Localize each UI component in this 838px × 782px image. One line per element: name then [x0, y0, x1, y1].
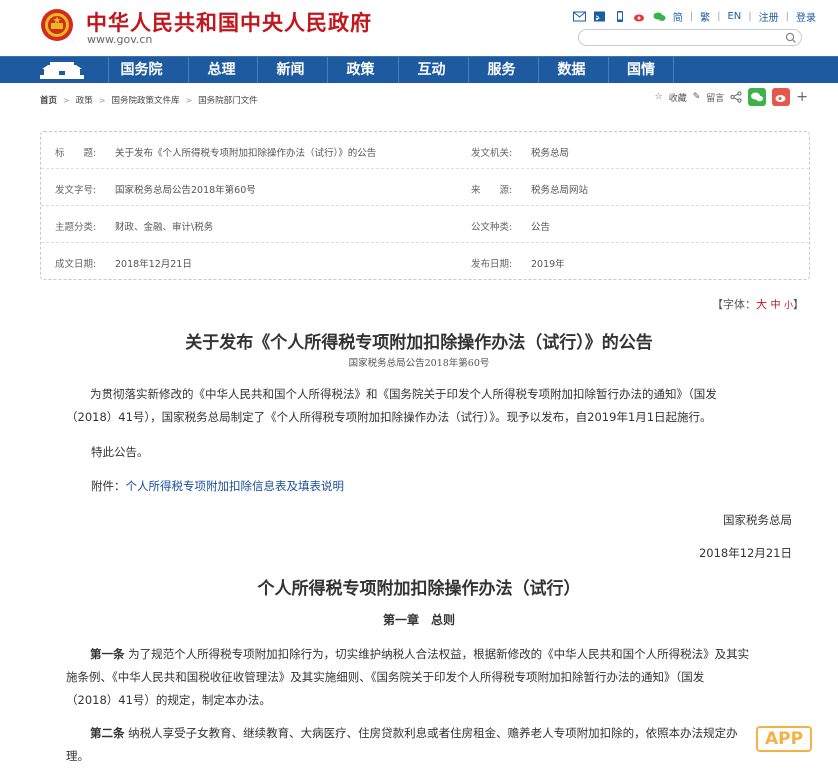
rss-icon[interactable]: [593, 11, 606, 22]
info-label: 主题分类:: [55, 222, 97, 233]
attachment-label: 附件：: [91, 479, 126, 493]
link-traditional[interactable]: 繁: [700, 9, 710, 24]
nav-state-council[interactable]: 国务院: [108, 57, 174, 83]
weibo-icon[interactable]: [633, 11, 646, 22]
link-english[interactable]: EN: [727, 11, 741, 22]
article-1-line: （2018）41号）的规定，制定本办法。: [66, 693, 271, 707]
mobile-icon[interactable]: [613, 11, 626, 22]
info-row: 主题分类: 财政、金融、审计\税务 公文种类: 公告: [41, 206, 809, 243]
notice-text: 特此公告。: [91, 445, 149, 459]
article-2-text: 纳税人享受子女教育、继续教育、大病医疗、住房贷款利息或者住房租金、赡养老人专项附…: [128, 726, 738, 740]
nav-news[interactable]: 新闻: [257, 57, 323, 83]
section-title: 个人所得税专项附加扣除操作办法（试行）: [257, 579, 581, 599]
info-label: 发文字号:: [55, 185, 97, 196]
nav-policy[interactable]: 政策: [327, 57, 393, 83]
nav-premier[interactable]: 总理: [188, 57, 254, 83]
font-size-prefix: 【字体：: [711, 298, 756, 311]
wechat-share-button[interactable]: [748, 88, 767, 106]
font-small-button[interactable]: 小: [784, 301, 793, 311]
nav-service[interactable]: 服务: [468, 57, 534, 83]
document-info-box: 标 题: 关于发布《个人所得税专项附加扣除操作办法（试行）》的公告 发文机关: …: [40, 131, 810, 280]
nav-data[interactable]: 数据: [538, 57, 604, 83]
article-title: 关于发布《个人所得税专项附加扣除操作办法（试行）》的公告: [185, 333, 653, 353]
wechat-icon: [751, 92, 764, 102]
site-url[interactable]: www.gov.cn: [87, 33, 152, 46]
info-label: 来 源:: [471, 185, 513, 196]
share-icon[interactable]: [730, 91, 742, 103]
info-row: 成文日期: 2018年12月21日 发布日期: 2019年: [41, 243, 809, 280]
link-register[interactable]: 注册: [759, 9, 779, 24]
article-1-head: 第一条: [90, 647, 125, 661]
nav-national-info[interactable]: 国情: [608, 57, 674, 83]
divider: |: [748, 11, 752, 22]
font-medium-button[interactable]: 中: [770, 300, 780, 311]
info-row: 标 题: 关于发布《个人所得税专项附加扣除操作办法（试行）》的公告 发文机关: …: [41, 132, 809, 169]
font-size-suffix: 】: [793, 298, 804, 311]
divider: |: [785, 11, 789, 22]
main-nav: 国务院 总理 新闻 政策 互动 服务 数据 国情: [0, 56, 838, 83]
crumb-policy[interactable]: 政策: [76, 94, 93, 106]
font-size-switcher: 【字体：大 中 小】: [712, 296, 804, 312]
attachment-link[interactable]: 个人所得税专项附加扣除信息表及填表说明: [126, 479, 345, 493]
breadcrumb: 首页 > 政策 > 国务院政策文件库 > 国务院部门文件: [40, 94, 258, 107]
article-1-text: 为了规范个人所得税专项附加扣除行为，切实维护纳税人合法权益，根据新修改的《中华人…: [128, 647, 750, 661]
crumb-library[interactable]: 国务院政策文件库: [111, 94, 179, 106]
attachment: 附件：个人所得税专项附加扣除信息表及填表说明: [91, 478, 344, 494]
mail-icon[interactable]: [572, 11, 586, 22]
info-value: 税务总局网站: [531, 185, 589, 196]
info-value: 税务总局: [531, 148, 570, 159]
article-2-line: 理。: [66, 749, 89, 763]
info-label: 发文机关:: [471, 148, 513, 159]
sign-date: 2018年12月21日: [698, 546, 792, 560]
pencil-icon[interactable]: ✎: [693, 92, 701, 102]
signer: 国家税务总局: [723, 513, 792, 527]
divider: |: [689, 11, 694, 22]
info-label: 成文日期:: [55, 259, 97, 270]
intro-paragraph-line: （2018）41号），国家税务总局制定了《个人所得税专项附加扣除操作办法（试行）…: [66, 410, 712, 424]
star-icon[interactable]: ☆: [655, 92, 663, 102]
top-links: 简 | 繁 | EN | 注册 | 登录: [572, 9, 816, 24]
comment-link[interactable]: 留言: [706, 91, 724, 104]
more-share-icon[interactable]: +: [796, 89, 808, 105]
weibo-icon: [775, 95, 786, 102]
info-label: 公文种类:: [471, 222, 513, 233]
article-1-line: 施条例、《中华人民共和国税收征收管理法》及其实施细则、《国务院关于印发个人所得税…: [66, 670, 705, 684]
intro-paragraph-line: 为贯彻落实新修改的《中华人民共和国个人所得税法》和《国务院关于印发个人所得税专项…: [90, 387, 717, 401]
chevron-right-icon: >: [98, 95, 106, 105]
info-value: 2019年: [531, 259, 565, 270]
article-1-line: 第一条 为了规范个人所得税专项附加扣除行为，切实维护纳税人合法权益，根据新修改的…: [90, 643, 790, 666]
chevron-right-icon: >: [185, 95, 193, 105]
national-emblem-icon[interactable]: [40, 6, 74, 44]
search-icon[interactable]: [785, 32, 796, 43]
chevron-right-icon: >: [63, 95, 70, 105]
tiananmen-icon[interactable]: [36, 59, 88, 81]
info-value: 公告: [531, 222, 551, 233]
info-row: 发文字号: 国家税务总局公告2018年第60号 来 源: 税务总局网站: [41, 169, 809, 206]
link-login[interactable]: 登录: [796, 9, 816, 24]
info-value: 关于发布《个人所得税专项附加扣除操作办法（试行）》的公告: [115, 148, 377, 159]
search-input[interactable]: [578, 29, 802, 46]
crumb-home[interactable]: 首页: [40, 94, 57, 106]
info-value: 财政、金融、审计\税务: [115, 222, 214, 233]
share-tools: ☆ 收藏 ✎ 留言 +: [655, 88, 808, 106]
info-value: 国家税务总局公告2018年第60号: [115, 185, 256, 196]
site-header: 中华人民共和国中央人民政府 www.gov.cn 简 | 繁 | EN | 注册…: [0, 0, 838, 56]
info-value: 2018年12月21日: [115, 259, 192, 270]
divider: |: [717, 11, 721, 22]
info-label: 标 题:: [55, 148, 97, 159]
chapter-heading: 第一章 总则: [382, 613, 455, 627]
nav-interact[interactable]: 互动: [398, 57, 464, 83]
article-2-line: 第二条 纳税人享受子女教育、继续教育、大病医疗、住房贷款利息或者住房租金、赡养老…: [90, 722, 790, 745]
font-large-button[interactable]: 大: [756, 298, 767, 311]
info-label: 发布日期:: [471, 259, 513, 270]
crumb-dept-files[interactable]: 国务院部门文件: [198, 94, 258, 106]
weibo-share-button[interactable]: [772, 88, 791, 106]
article-2-head: 第二条: [90, 726, 125, 740]
app-watermark: APP: [756, 726, 812, 752]
wechat-icon[interactable]: [653, 11, 666, 22]
document-number: 国家税务总局公告2018年第60号: [348, 358, 490, 369]
link-simplified[interactable]: 简: [673, 9, 683, 24]
favorite-link[interactable]: 收藏: [669, 91, 687, 104]
